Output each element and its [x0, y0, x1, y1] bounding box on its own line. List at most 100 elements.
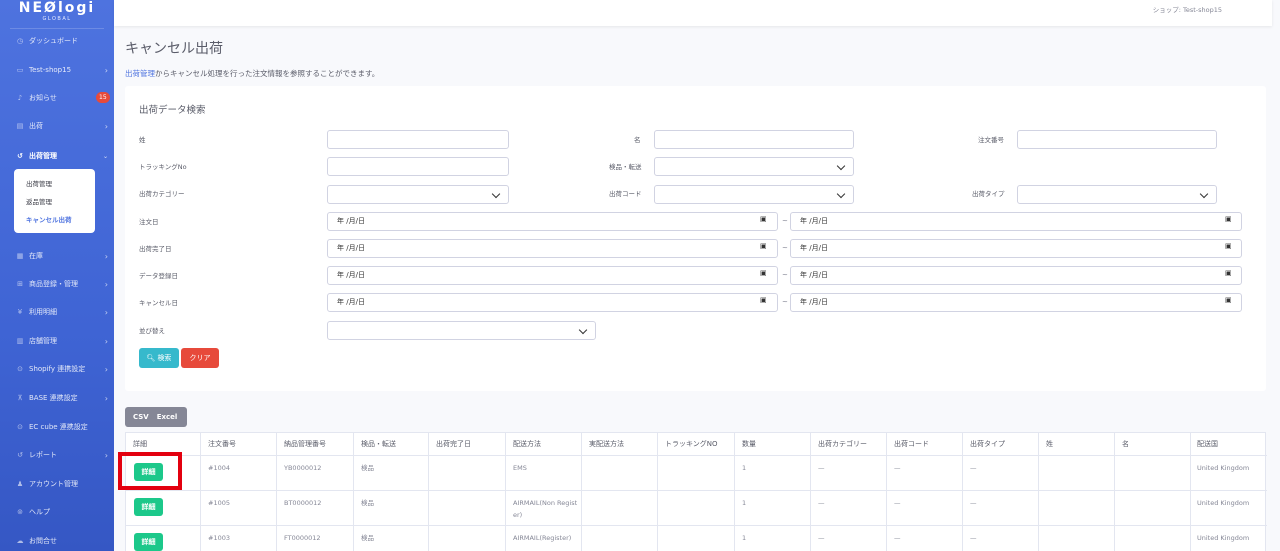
- sidebar-item-base[interactable]: ⊼ BASE 連携設定 ›: [0, 388, 114, 408]
- order-number-input[interactable]: [1017, 130, 1217, 149]
- order-date-to[interactable]: 年 /月/日: [790, 212, 1242, 231]
- sidebar-divider: [10, 28, 104, 29]
- sidebar-item-label: お知らせ: [29, 94, 57, 102]
- inspection-select[interactable]: [654, 157, 854, 176]
- chevron-down-icon: ⌄: [102, 152, 108, 160]
- cell-order-no: #1004: [208, 464, 230, 472]
- date-separator: ~: [782, 244, 788, 252]
- brand-main: NEØlogi: [18, 0, 96, 16]
- column-divider: [353, 433, 354, 551]
- page-title: キャンセル出荷: [125, 41, 223, 57]
- sidebar-item-label: 店舗管理: [29, 337, 57, 345]
- sidebar-item-contact[interactable]: ☁ お問合せ: [0, 531, 114, 551]
- clear-button[interactable]: クリア: [181, 348, 219, 368]
- search-button[interactable]: 🔍︎ 検索: [139, 348, 179, 368]
- column-divider: [276, 433, 277, 551]
- description-text: からキャンセル処理を行った注文情報を参照することができます。: [155, 69, 380, 78]
- header-inspection: 検品・転送: [361, 440, 396, 448]
- first-name-label: 名: [634, 136, 641, 144]
- data-date-from[interactable]: 年 /月/日: [327, 266, 778, 285]
- sort-select[interactable]: [327, 321, 596, 340]
- sidebar-item-account[interactable]: ♟ アカウント管理: [0, 474, 114, 494]
- sidebar-item-inventory[interactable]: ▦ 在庫 ›: [0, 246, 114, 266]
- data-date-to[interactable]: 年 /月/日: [790, 266, 1242, 285]
- ship-type-label: 出荷タイプ: [972, 190, 1005, 198]
- cell-ship-code: —: [894, 499, 901, 507]
- sidebar-item-label: Shopify 連携設定: [29, 365, 86, 373]
- sidebar-item-eccube[interactable]: ⊙ EC cube 連携設定: [0, 417, 114, 437]
- header-category: 出荷カテゴリー: [818, 440, 867, 448]
- tracking-input[interactable]: [327, 157, 509, 176]
- row-divider: [126, 490, 1267, 491]
- search-card: 出荷データ検索 姓 名 注文番号 トラッキングNo 検品・転送 出荷カテゴリー …: [125, 86, 1266, 391]
- submenu-item-shipping-management[interactable]: 出荷管理: [26, 178, 52, 188]
- sidebar-item-shipping-management[interactable]: ↺ 出荷管理 ⌄: [0, 146, 114, 166]
- search-icon: 🔍︎: [146, 354, 156, 362]
- last-name-label: 姓: [139, 136, 146, 144]
- cancel-date-to[interactable]: 年 /月/日: [790, 293, 1242, 312]
- cell-country: United Kingdom: [1197, 534, 1250, 542]
- current-shop[interactable]: ショップ: Test-shop15: [1153, 4, 1222, 14]
- order-number-label: 注文番号: [978, 136, 1004, 144]
- chevron-right-icon: ›: [104, 251, 108, 261]
- brand-logo[interactable]: NEØlogi GLOBAL: [0, 0, 114, 28]
- order-date-label: 注文日: [139, 218, 159, 226]
- calendar-icon[interactable]: ▣: [1225, 269, 1260, 277]
- sidebar-item-news[interactable]: ♪ お知らせ 15: [0, 88, 114, 108]
- chevron-right-icon: ›: [104, 393, 108, 403]
- ship-code-select[interactable]: [654, 185, 854, 204]
- yen-icon: ¥: [17, 308, 23, 316]
- submenu-item-cancel-shipping[interactable]: キャンセル出荷: [26, 214, 72, 224]
- highlight-annotation: [118, 452, 182, 490]
- sidebar-item-shipping[interactable]: ▤ 出荷 ›: [0, 116, 114, 136]
- sidebar-item-stores[interactable]: ▥ 店舗管理 ›: [0, 331, 114, 351]
- column-divider: [886, 433, 887, 551]
- header-ship-code: 出荷コード: [894, 440, 929, 448]
- column-divider: [200, 433, 201, 551]
- cell-delivery-method: AIRMAIL(Non Register): [513, 499, 578, 519]
- sidebar-item-shop[interactable]: ▭ Test-shop15 ›: [0, 60, 114, 80]
- ship-done-date-from[interactable]: 年 /月/日: [327, 239, 778, 258]
- category-select[interactable]: [327, 185, 509, 204]
- brand-sub: GLOBAL: [42, 16, 72, 22]
- sidebar-item-products[interactable]: ⊞ 商品登録・管理 ›: [0, 274, 114, 294]
- chevron-right-icon: ›: [104, 450, 108, 460]
- chevron-right-icon: ›: [104, 121, 108, 131]
- bell-icon: ♪: [17, 94, 23, 102]
- data-date-label: データ登録日: [139, 272, 178, 280]
- sidebar-item-dashboard[interactable]: ◷ ダッシュボード: [0, 31, 114, 51]
- last-name-input[interactable]: [327, 130, 509, 149]
- order-date-from[interactable]: 年 /月/日: [327, 212, 778, 231]
- first-name-input[interactable]: [654, 130, 854, 149]
- detail-button[interactable]: 詳細: [134, 498, 163, 516]
- header-actual-method: 実配送方法: [589, 440, 624, 448]
- sidebar-item-label: Test-shop15: [29, 66, 72, 74]
- sidebar-item-shopify[interactable]: ⊙ Shopify 連携設定 ›: [0, 359, 114, 379]
- ship-type-select[interactable]: [1017, 185, 1217, 204]
- header-last-name: 姓: [1046, 440, 1053, 448]
- cell-category: —: [818, 534, 825, 542]
- column-divider: [734, 433, 735, 551]
- detail-button[interactable]: 詳細: [134, 533, 163, 551]
- excel-button[interactable]: Excel: [157, 413, 178, 421]
- calendar-icon[interactable]: ▣: [1225, 242, 1260, 250]
- chevron-right-icon: ›: [104, 307, 108, 317]
- sidebar-item-billing[interactable]: ¥ 利用明細 ›: [0, 302, 114, 322]
- csv-button[interactable]: CSV: [133, 413, 149, 421]
- cell-quantity: 1: [742, 499, 747, 507]
- cancel-date-from[interactable]: 年 /月/日: [327, 293, 778, 312]
- header-quantity: 数量: [742, 440, 756, 448]
- sidebar-item-reports[interactable]: ↺ レポート ›: [0, 445, 114, 465]
- shipping-management-link[interactable]: 出荷管理: [125, 69, 155, 78]
- link-icon: ⊼: [17, 394, 23, 402]
- ship-done-date-to[interactable]: 年 /月/日: [790, 239, 1242, 258]
- calendar-icon[interactable]: ▣: [1225, 296, 1260, 304]
- submenu-item-returns[interactable]: 返品管理: [26, 196, 52, 206]
- sidebar-item-help[interactable]: ⊚ ヘルプ: [0, 502, 114, 522]
- export-button-group: CSV Excel: [125, 407, 187, 427]
- cell-inspection: 検品: [361, 499, 374, 507]
- calendar-icon[interactable]: ▣: [1225, 215, 1260, 223]
- column-divider: [1038, 433, 1039, 551]
- column-divider: [1114, 433, 1115, 551]
- sort-label: 並び替え: [139, 327, 165, 335]
